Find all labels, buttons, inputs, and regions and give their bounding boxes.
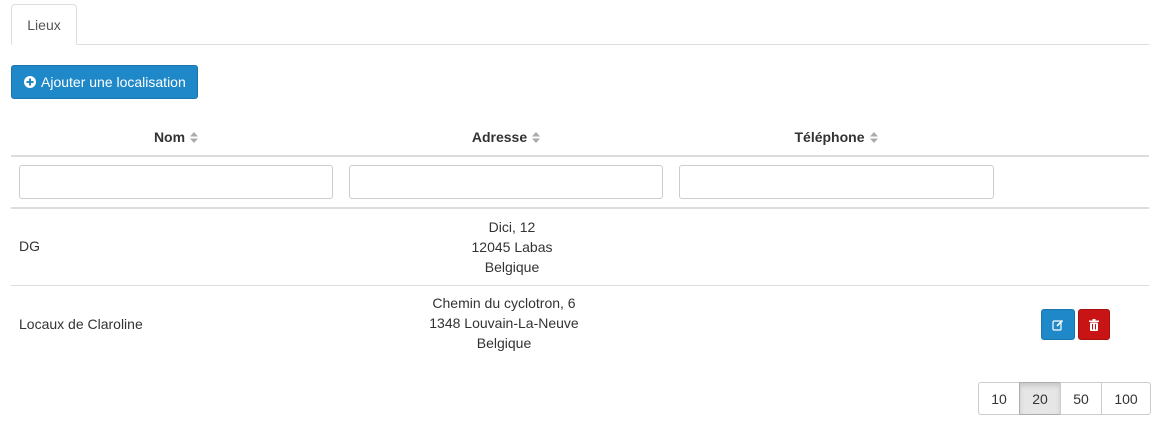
filter-telephone-input[interactable] xyxy=(679,165,994,199)
filter-adresse-input[interactable] xyxy=(349,165,663,199)
edit-button[interactable] xyxy=(1041,309,1075,340)
row-divider xyxy=(11,285,1149,286)
page-size-option-100[interactable]: 100 xyxy=(1101,382,1151,415)
address-line: 1348 Louvain-La-Neuve xyxy=(429,315,579,331)
column-header-label: Téléphone xyxy=(794,129,865,145)
row-address: Dici, 12 12045 Labas Belgique xyxy=(347,217,677,277)
filter-nom-input[interactable] xyxy=(19,165,333,199)
tab-lieux[interactable]: Lieux xyxy=(11,4,77,45)
column-header-nom[interactable]: Nom xyxy=(11,120,341,154)
address-line: 12045 Labas xyxy=(471,239,553,255)
trash-icon xyxy=(1089,318,1099,331)
address-line: Belgique xyxy=(484,259,540,275)
sort-icon xyxy=(190,131,199,143)
column-header-telephone[interactable]: Téléphone xyxy=(671,120,1001,154)
sort-icon xyxy=(869,131,878,143)
delete-button[interactable] xyxy=(1078,309,1110,340)
address-line: Chemin du cyclotron, 6 xyxy=(432,295,576,311)
address-line: Belgique xyxy=(476,335,532,351)
address-line: Dici, 12 xyxy=(488,219,536,235)
add-location-button[interactable]: Ajouter une localisation xyxy=(11,65,198,99)
edit-icon xyxy=(1052,319,1064,331)
column-header-label: Adresse xyxy=(471,129,528,145)
header-divider xyxy=(11,155,1149,157)
page-size-option-20[interactable]: 20 xyxy=(1019,382,1061,415)
column-header-adresse[interactable]: Adresse xyxy=(341,120,671,154)
sort-icon xyxy=(532,131,541,143)
page-size-option-50[interactable]: 50 xyxy=(1060,382,1102,415)
add-location-label: Ajouter une localisation xyxy=(41,74,186,90)
row-name: DG xyxy=(19,238,40,254)
page-size-selector: 10 20 50 100 xyxy=(978,382,1151,415)
row-address: Chemin du cyclotron, 6 1348 Louvain-La-N… xyxy=(339,293,669,353)
page-size-option-10[interactable]: 10 xyxy=(978,382,1020,415)
row-name: Locaux de Claroline xyxy=(19,316,143,332)
tab-bar: Lieux xyxy=(11,0,1149,45)
filter-divider xyxy=(11,207,1149,209)
column-header-label: Nom xyxy=(153,129,186,145)
plus-circle-icon xyxy=(24,76,36,88)
